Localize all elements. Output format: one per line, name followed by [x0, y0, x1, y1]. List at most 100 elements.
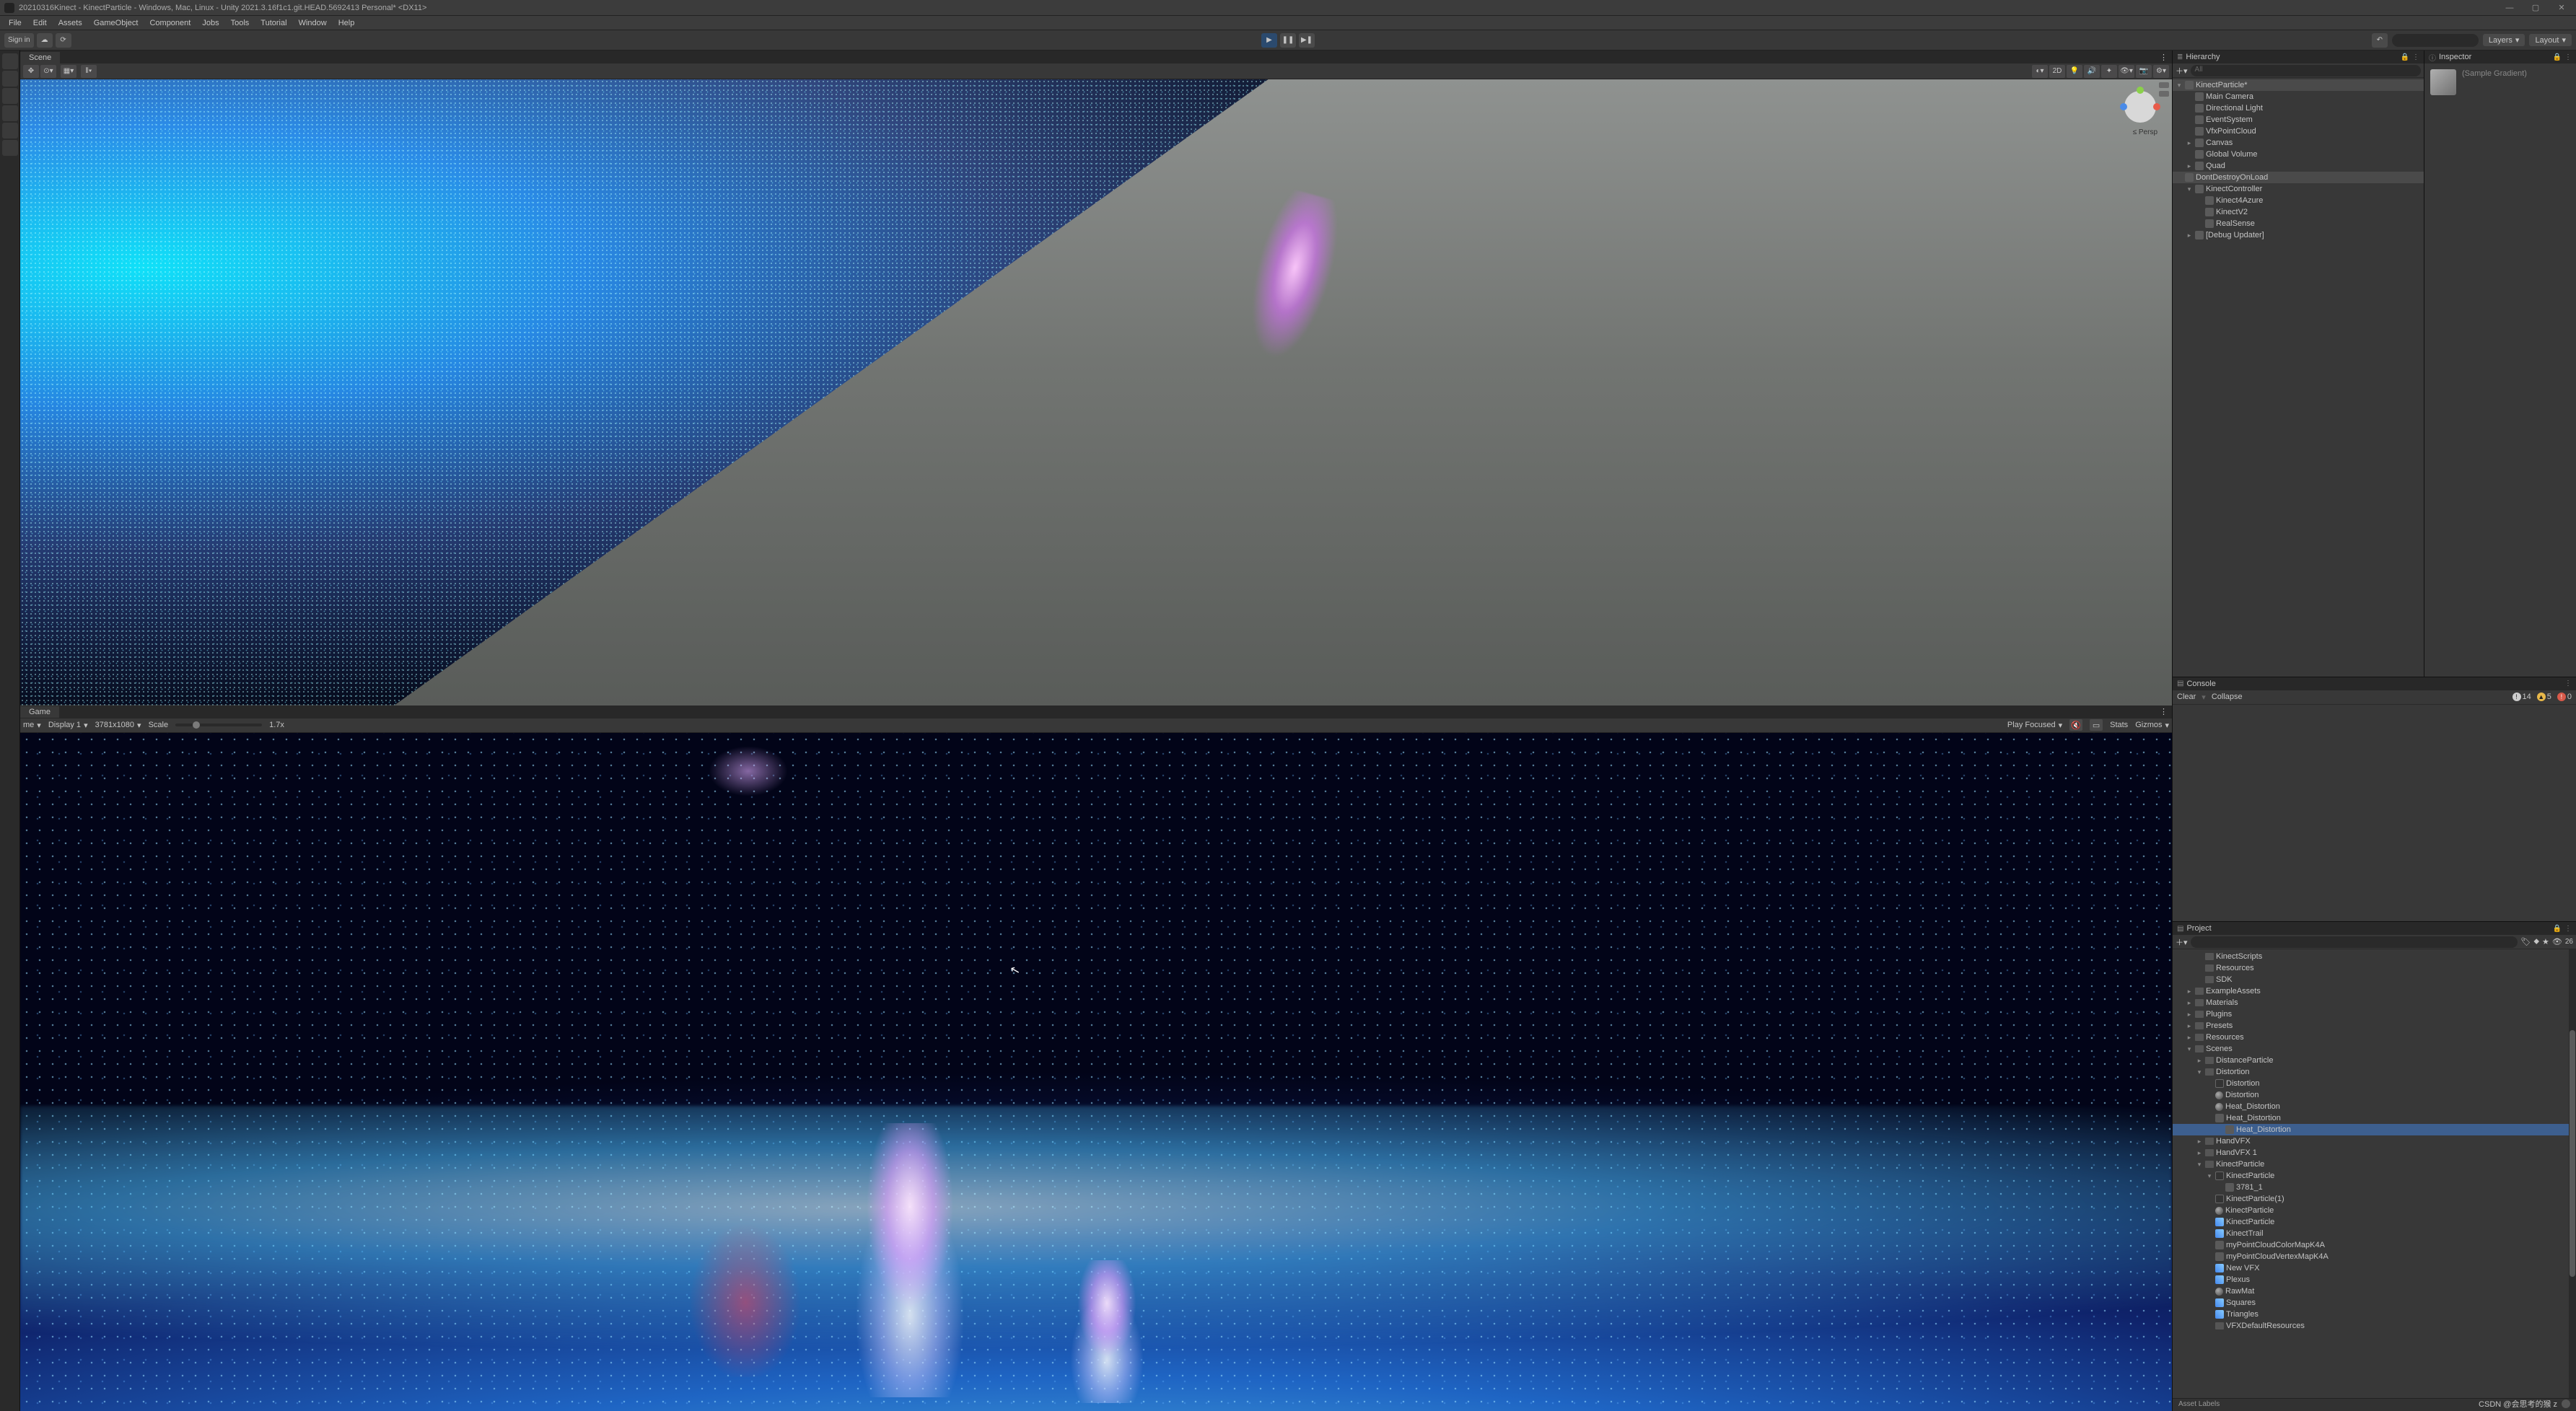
game-view[interactable]: ↖: [20, 733, 2172, 1411]
project-item[interactable]: ▾KinectParticle: [2173, 1170, 2576, 1182]
console-log-area[interactable]: [2173, 705, 2576, 921]
menu-window[interactable]: Window: [293, 17, 333, 29]
hierarchy-item[interactable]: Kinect4Azure: [2173, 195, 2424, 206]
menu-help[interactable]: Help: [333, 17, 361, 29]
sentinel-button[interactable]: [2, 71, 18, 87]
x-axis-icon[interactable]: [2153, 103, 2160, 110]
fx-toggle[interactable]: ✦: [2101, 65, 2117, 78]
project-item[interactable]: 3781_1: [2173, 1182, 2576, 1193]
project-item[interactable]: ▸Presets: [2173, 1020, 2576, 1032]
project-item[interactable]: KinectScripts: [2173, 951, 2576, 962]
grid-toggle[interactable]: ▦▾: [61, 65, 76, 78]
project-item[interactable]: ▸Resources: [2173, 1032, 2576, 1043]
game-tab[interactable]: Game: [20, 706, 59, 718]
hierarchy-tree[interactable]: ▾ KinectParticle* Main CameraDirectional…: [2173, 78, 2424, 677]
mute-toggle[interactable]: 🔇: [2069, 719, 2082, 731]
panel-menu-icon[interactable]: ⋮: [2564, 53, 2572, 61]
project-item[interactable]: New VFX: [2173, 1262, 2576, 1274]
menu-component[interactable]: Component: [144, 17, 196, 29]
hierarchy-item[interactable]: VfxPointCloud: [2173, 126, 2424, 137]
panel-lock-icon[interactable]: 🔒: [2553, 53, 2562, 61]
hierarchy-item[interactable]: DontDestroyOnLoad: [2173, 172, 2424, 183]
collapse-toggle[interactable]: Collapse: [2212, 693, 2243, 701]
step-button[interactable]: ▶❚: [1299, 33, 1315, 48]
display-dropdown[interactable]: Display 1 ▾: [48, 721, 88, 730]
overlay-handle[interactable]: [2159, 82, 2169, 88]
minimize-button[interactable]: —: [2500, 1, 2520, 14]
project-item[interactable]: myPointCloudColorMapK4A: [2173, 1239, 2576, 1251]
version-control-button[interactable]: ⟳: [56, 33, 71, 48]
global-search-input[interactable]: [2392, 34, 2479, 47]
hidden-toggle[interactable]: 👁▾: [2119, 65, 2134, 78]
menu-gameobject[interactable]: GameObject: [88, 17, 144, 29]
project-item[interactable]: KinectParticle(1): [2173, 1193, 2576, 1205]
project-title[interactable]: Project: [2186, 924, 2549, 933]
play-button[interactable]: ▶: [1261, 33, 1277, 48]
project-item[interactable]: ▸ExampleAssets: [2173, 985, 2576, 997]
hierarchy-item[interactable]: KinectV2: [2173, 206, 2424, 218]
projection-label[interactable]: ≤ Persp: [2133, 128, 2157, 136]
hierarchy-item[interactable]: ▸Quad: [2173, 160, 2424, 172]
orientation-gizmo[interactable]: [2121, 88, 2159, 126]
stats-toggle[interactable]: Stats: [2110, 721, 2128, 729]
project-item[interactable]: ▾Distortion: [2173, 1066, 2576, 1078]
menu-tools[interactable]: Tools: [225, 17, 255, 29]
y-axis-icon[interactable]: [2137, 87, 2144, 94]
camera-button[interactable]: 📷: [2136, 65, 2152, 78]
project-item[interactable]: ▸Plugins: [2173, 1008, 2576, 1020]
scene-tab[interactable]: Scene: [20, 51, 60, 63]
hierarchy-item[interactable]: Main Camera: [2173, 91, 2424, 102]
project-search-input[interactable]: [2191, 936, 2518, 948]
clear-button[interactable]: Clear: [2177, 693, 2196, 701]
snap-toggle[interactable]: ⫴▾: [81, 65, 97, 78]
project-item[interactable]: RawMat: [2173, 1285, 2576, 1297]
hidden-packages-icon[interactable]: 👁: [2552, 937, 2562, 946]
z-axis-icon[interactable]: [2120, 103, 2127, 110]
project-item[interactable]: ▸Materials: [2173, 997, 2576, 1008]
warn-count-toggle[interactable]: ▲5: [2537, 693, 2551, 701]
hierarchy-item[interactable]: Global Volume: [2173, 149, 2424, 160]
project-item[interactable]: Squares: [2173, 1297, 2576, 1309]
scene-tab-menu-icon[interactable]: ⋮: [2155, 53, 2172, 62]
project-tree[interactable]: KinectScriptsResourcesSDK▸ExampleAssets▸…: [2173, 949, 2576, 1398]
project-item[interactable]: ▸DistanceParticle: [2173, 1055, 2576, 1066]
panel-lock-icon[interactable]: 🔒: [2553, 925, 2562, 933]
gizmos-game-dropdown[interactable]: Gizmos ▾: [2135, 721, 2169, 730]
project-item[interactable]: ▸HandVFX: [2173, 1135, 2576, 1147]
menu-jobs[interactable]: Jobs: [196, 17, 224, 29]
project-scrollbar[interactable]: [2569, 949, 2576, 1398]
save-search-icon[interactable]: ★: [2542, 937, 2549, 946]
game-group-dropdown[interactable]: me ▾: [23, 721, 41, 730]
project-item[interactable]: Distortion: [2173, 1078, 2576, 1089]
overlay-handle[interactable]: [2159, 91, 2169, 97]
vsync-toggle[interactable]: ▭: [2090, 719, 2103, 731]
hierarchy-item[interactable]: Directional Light: [2173, 102, 2424, 114]
undo-history-button[interactable]: ↶: [2372, 33, 2388, 48]
menu-file[interactable]: File: [3, 17, 27, 29]
search-by-type-icon[interactable]: 🏷: [2520, 937, 2531, 946]
hierarchy-item[interactable]: ▸Canvas: [2173, 137, 2424, 149]
game-tab-menu-icon[interactable]: ⋮: [2155, 707, 2172, 716]
console-title[interactable]: Console: [2186, 680, 2562, 688]
project-item[interactable]: ▾KinectParticle: [2173, 1159, 2576, 1170]
sentinel-button[interactable]: [2, 105, 18, 121]
project-item[interactable]: VFXDefaultResources: [2173, 1320, 2576, 1332]
project-item[interactable]: Heat_Distortion: [2173, 1124, 2576, 1135]
search-by-label-icon[interactable]: ⬥: [2533, 937, 2539, 946]
hierarchy-item[interactable]: RealSense: [2173, 218, 2424, 229]
project-item[interactable]: Heat_Distortion: [2173, 1112, 2576, 1124]
view-tool-icon[interactable]: ✥: [23, 65, 39, 78]
scale-slider[interactable]: [175, 724, 262, 726]
project-item[interactable]: KinectParticle: [2173, 1205, 2576, 1216]
sentinel-button[interactable]: [2, 53, 18, 69]
layers-dropdown[interactable]: Layers▾: [2483, 34, 2525, 46]
project-item[interactable]: ▾Scenes: [2173, 1043, 2576, 1055]
menu-edit[interactable]: Edit: [27, 17, 53, 29]
menu-tutorial[interactable]: Tutorial: [255, 17, 292, 29]
scene-view[interactable]: ≤ Persp: [20, 79, 2172, 706]
scene-root[interactable]: ▾ KinectParticle*: [2173, 79, 2424, 91]
cloud-button[interactable]: ☁: [37, 33, 53, 48]
gizmos-dropdown[interactable]: ⚙▾: [2153, 65, 2169, 78]
play-focused-dropdown[interactable]: Play Focused ▾: [2007, 721, 2062, 730]
account-button[interactable]: Sign in: [4, 33, 34, 48]
